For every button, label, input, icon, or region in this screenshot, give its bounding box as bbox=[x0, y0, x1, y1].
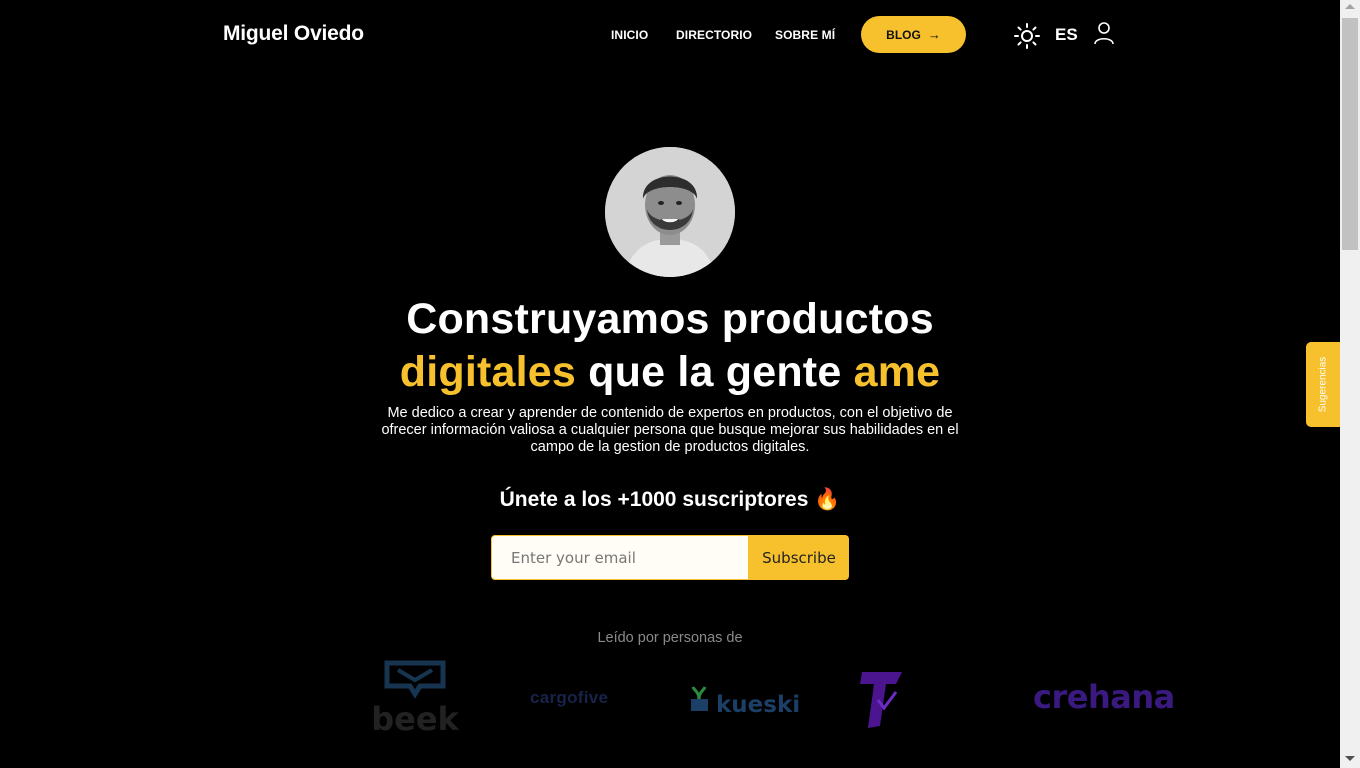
subscribe-title: Únete a los +1000 suscriptores 🔥 bbox=[499, 488, 841, 511]
logo-beek-text: beek bbox=[371, 700, 459, 735]
logo-purple-brand bbox=[860, 672, 902, 728]
read-by-label: Leído por personas de bbox=[597, 630, 743, 646]
logo-crehana: crehana bbox=[1033, 678, 1175, 716]
nav-link-directorio[interactable]: DIRECTORIO bbox=[676, 28, 752, 42]
hero-headline-line-2: digitales que la gente ame bbox=[330, 346, 1010, 399]
language-selector[interactable]: ES bbox=[1055, 25, 1078, 45]
scroll-up-arrow-icon[interactable] bbox=[1345, 4, 1355, 9]
feedback-side-tab-label: Sugerencias bbox=[1317, 356, 1329, 413]
sun-icon[interactable] bbox=[1014, 23, 1040, 49]
scrollbar-thumb[interactable] bbox=[1342, 18, 1358, 250]
headline-accent-ame: ame bbox=[853, 348, 941, 396]
logo-kueski: kueski bbox=[691, 686, 800, 717]
headline-accent-digitales: digitales bbox=[399, 348, 576, 396]
user-icon[interactable] bbox=[1093, 21, 1115, 45]
hero-headline-line-1: Construyamos productos bbox=[406, 295, 934, 343]
logo-cargofive: cargofive bbox=[530, 688, 609, 707]
nav-link-sobre-mi[interactable]: SOBRE MÍ bbox=[775, 28, 835, 42]
nav-link-inicio[interactable]: INICIO bbox=[611, 28, 648, 42]
profile-avatar bbox=[605, 147, 735, 277]
logo-kueski-text: kueski bbox=[716, 692, 800, 717]
scroll-down-arrow-icon[interactable] bbox=[1345, 756, 1355, 761]
logo-beek: beek bbox=[371, 660, 460, 735]
brand-logo[interactable]: Miguel Oviedo bbox=[223, 22, 364, 46]
hero-description: Me dedico a crear y aprender de contenid… bbox=[381, 405, 959, 455]
site-header: Miguel Oviedo INICIO DIRECTORIO SOBRE MÍ… bbox=[0, 0, 1340, 70]
headline-middle-text: que la gente bbox=[576, 348, 854, 396]
email-input[interactable] bbox=[491, 535, 749, 580]
subscribe-button[interactable]: Subscribe bbox=[749, 535, 849, 580]
arrow-right-icon: → bbox=[927, 27, 941, 42]
blog-button[interactable]: BLOG → bbox=[861, 16, 966, 53]
blog-button-label: BLOG bbox=[886, 27, 921, 42]
profile-photo bbox=[605, 147, 735, 277]
feedback-side-tab[interactable]: Sugerencias bbox=[1306, 342, 1340, 427]
